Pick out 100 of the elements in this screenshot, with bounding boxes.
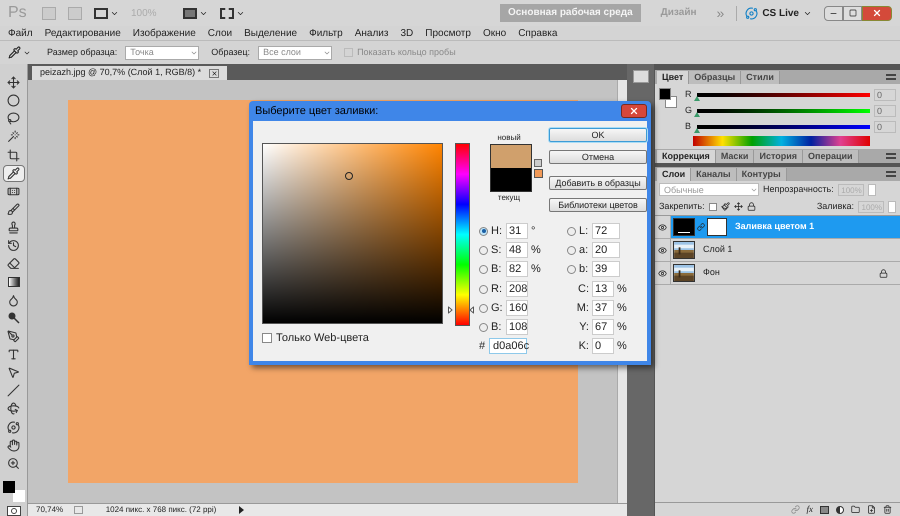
panel-tab[interactable]: История — [754, 150, 804, 163]
restore-icon — [848, 9, 856, 17]
radio-button[interactable] — [479, 304, 488, 312]
panel-tab[interactable]: Каналы — [691, 168, 737, 181]
field-label: a: — [579, 242, 589, 258]
panel-tab[interactable]: Коррекция — [657, 150, 716, 163]
orbit-icon — [7, 420, 20, 434]
radio-button[interactable] — [567, 226, 576, 236]
panel-icon[interactable] — [632, 70, 648, 83]
value-field[interactable]: 31 — [506, 223, 528, 239]
layer-row[interactable]: Слой 1 — [655, 239, 900, 262]
eye-icon[interactable] — [658, 246, 667, 254]
value-field[interactable]: 82 — [506, 261, 528, 277]
restore-button[interactable] — [843, 6, 862, 20]
slider-thumb[interactable] — [694, 112, 700, 117]
minimize-button[interactable] — [824, 6, 843, 20]
value-field[interactable]: 67 — [592, 319, 614, 335]
value-field[interactable]: 0 — [592, 338, 614, 354]
panel-menu-icon[interactable] — [886, 171, 896, 177]
panel-tab[interactable]: Слои — [657, 168, 692, 181]
menu-item[interactable]: 3D — [400, 26, 414, 40]
menu-item[interactable]: Редактирование — [44, 26, 121, 40]
view-extras-button[interactable] — [94, 8, 119, 18]
radio-button[interactable] — [479, 284, 488, 294]
menu-item[interactable]: Фильтр — [309, 26, 343, 40]
crop-icon — [7, 148, 20, 162]
channel-value-field[interactable]: 0 — [874, 105, 896, 117]
channel-value-field[interactable]: 0 — [874, 121, 896, 133]
slider-thumb[interactable] — [694, 96, 700, 101]
folder-icon[interactable] — [851, 505, 860, 514]
move-icon[interactable] — [734, 202, 743, 211]
panel-tab[interactable]: Маски — [716, 150, 754, 163]
dialog-button[interactable]: OK — [549, 128, 647, 142]
close-button[interactable] — [621, 104, 647, 118]
dialog-button[interactable]: Отмена — [549, 150, 647, 164]
value-field[interactable]: 20 — [592, 242, 620, 258]
eyedropper-tool[interactable] — [2, 164, 24, 182]
quick-mask-icon[interactable] — [6, 506, 20, 516]
status-menu-button[interactable] — [239, 506, 244, 514]
radio-button[interactable] — [479, 246, 488, 254]
color-spectrum[interactable] — [693, 136, 870, 146]
arrange-documents-button[interactable] — [183, 8, 208, 18]
checkbox[interactable] — [262, 333, 272, 344]
channel-value-field[interactable]: 0 — [874, 89, 896, 101]
menu-item[interactable]: Справка — [518, 26, 558, 40]
menu-item[interactable]: Просмотр — [425, 26, 471, 40]
document-title: peizazh.jpg @ 70,7% (Слой 1, RGB/8) * — [40, 66, 202, 80]
panel-tab[interactable]: Операции — [803, 150, 859, 163]
sample-select[interactable]: Все слои — [258, 46, 332, 60]
screen-mode-button[interactable] — [220, 8, 245, 18]
panel-tab[interactable]: Контуры — [736, 168, 787, 181]
menu-item[interactable]: Выделение — [244, 26, 298, 40]
brush-icon[interactable] — [720, 202, 730, 211]
radio-button[interactable] — [479, 226, 488, 236]
dialog-button[interactable]: Библиотеки цветов — [549, 198, 647, 212]
menu-item[interactable]: Файл — [8, 26, 33, 40]
layer-row[interactable]: Фон — [655, 262, 900, 285]
value-field[interactable]: 72 — [592, 223, 620, 239]
value-field[interactable]: 13 — [592, 281, 614, 297]
value-field[interactable]: 160 — [506, 300, 528, 316]
menu-item[interactable]: Анализ — [354, 26, 388, 40]
dialog-button[interactable]: Добавить в образцы — [549, 176, 647, 190]
tool-preset-picker[interactable] — [8, 46, 31, 59]
color-marker[interactable] — [344, 172, 353, 180]
panel-tab[interactable]: Образцы — [689, 71, 742, 84]
new-layer-icon[interactable] — [867, 505, 876, 514]
hex-field[interactable]: d0a06c — [489, 338, 527, 354]
radio-button[interactable] — [479, 322, 488, 332]
panel-tab[interactable]: Стили — [741, 71, 780, 84]
value-field[interactable]: 108 — [506, 319, 528, 335]
value-field[interactable]: 48 — [506, 242, 528, 258]
cs-live-icon — [745, 6, 758, 20]
menu-item[interactable]: Окно — [482, 26, 506, 40]
ellipse-icon — [7, 94, 20, 108]
panel-menu-icon[interactable] — [886, 74, 896, 80]
value-field[interactable]: 39 — [592, 261, 620, 277]
document-tab[interactable]: peizazh.jpg @ 70,7% (Слой 1, RGB/8) * — [32, 66, 228, 80]
sample-size-select[interactable]: Точка — [125, 46, 200, 60]
radio-button[interactable] — [567, 246, 576, 254]
value-field[interactable]: 208 — [506, 281, 528, 297]
mask-icon[interactable] — [820, 506, 829, 514]
menu-item[interactable]: Изображение — [132, 26, 196, 40]
lock-icon[interactable] — [746, 202, 756, 211]
eye-icon[interactable] — [658, 268, 667, 278]
close-tab-button[interactable] — [209, 68, 220, 78]
web-safe-swatch[interactable] — [534, 168, 542, 178]
radio-button[interactable] — [479, 264, 488, 274]
value-field[interactable]: 37 — [592, 300, 614, 316]
field-label: B: — [491, 320, 502, 335]
menu-item[interactable]: Слои — [208, 26, 232, 40]
panel-tab[interactable]: Цвет — [657, 71, 690, 84]
color-field[interactable] — [262, 143, 443, 324]
sample-size-label: Размер образца: — [47, 46, 118, 59]
panel-menu-icon[interactable] — [886, 153, 896, 159]
fx-button[interactable]: fx — [806, 502, 813, 516]
radio-button[interactable] — [567, 264, 576, 274]
eye-icon[interactable] — [658, 222, 667, 232]
trash-icon[interactable] — [883, 505, 892, 514]
close-button[interactable] — [862, 6, 892, 20]
cs-live-button[interactable]: CS Live — [736, 6, 812, 20]
